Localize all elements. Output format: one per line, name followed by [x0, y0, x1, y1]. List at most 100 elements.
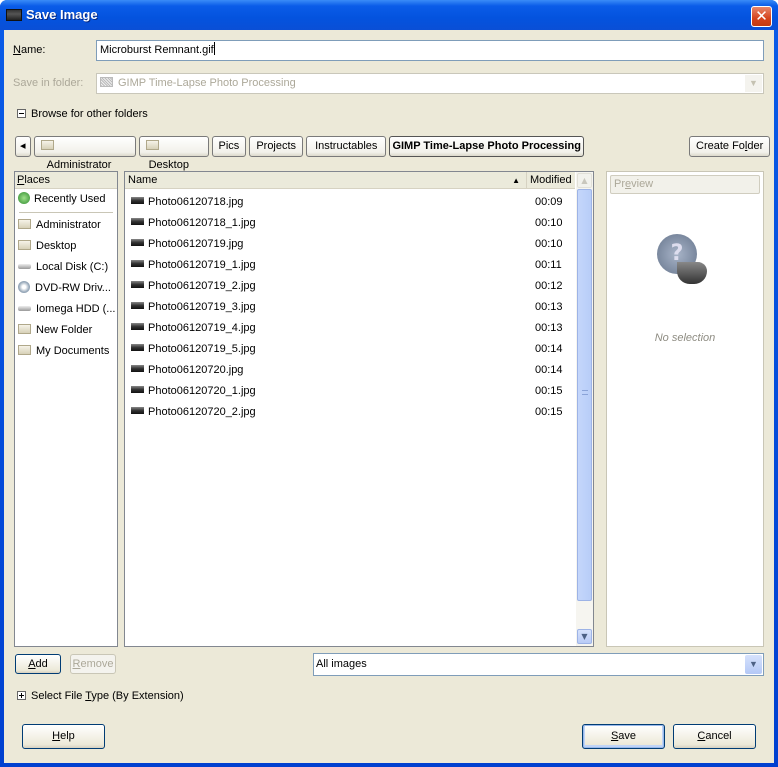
- file-rows: Photo06120718.jpg 00:09 Photo06120718_1.jp…: [125, 192, 575, 423]
- place-item-dvd-rw[interactable]: DVD-RW Driv...: [15, 278, 117, 299]
- collapse-icon: [17, 109, 26, 118]
- place-item-my-documents[interactable]: My Documents: [15, 341, 117, 362]
- folder-icon: [18, 345, 31, 355]
- create-folder-button[interactable]: Create Folder: [689, 136, 771, 157]
- path-crumb-desktop[interactable]: Desktop: [138, 136, 209, 171]
- file-row[interactable]: Photo06120718_1.jpg 00:10: [125, 213, 575, 234]
- file-name-cell: Photo06120720_1.jpg: [125, 385, 256, 397]
- help-button[interactable]: Help: [22, 724, 105, 749]
- crumb-label: Desktop: [148, 159, 189, 171]
- file-row[interactable]: Photo06120719_3.jpg 00:13: [125, 297, 575, 318]
- file-name: Photo06120719_1.jpg: [148, 259, 256, 271]
- folder-icon: [145, 140, 159, 150]
- save-image-dialog: Save Image ✕ Name: Microburst Remnant.gi…: [0, 0, 778, 767]
- file-row[interactable]: Photo06120718.jpg 00:09: [125, 192, 575, 213]
- place-item-iomega-hdd[interactable]: Iomega HDD (...: [15, 299, 117, 320]
- places-header[interactable]: Places: [15, 172, 117, 189]
- file-row[interactable]: Photo06120719_1.jpg 00:11: [125, 255, 575, 276]
- path-crumb-administrator[interactable]: Administrator: [33, 136, 136, 171]
- file-list-scrollbar[interactable]: ▲ ▼: [576, 172, 593, 646]
- place-label: My Documents: [36, 345, 110, 357]
- places-separator: [19, 212, 113, 213]
- file-modified: 00:11: [535, 259, 562, 271]
- cancel-button[interactable]: Cancel: [673, 724, 756, 749]
- file-row[interactable]: Photo06120720.jpg 00:14: [125, 360, 575, 381]
- column-header-name[interactable]: Name ▲: [125, 172, 527, 189]
- scroll-down-button[interactable]: ▼: [577, 629, 592, 644]
- file-name-cell: Photo06120719_4.jpg: [125, 322, 256, 334]
- place-item-recently-used[interactable]: Recently Used: [15, 189, 117, 210]
- file-row[interactable]: Photo06120720_1.jpg 00:15: [125, 381, 575, 402]
- path-back-button[interactable]: ◂: [15, 136, 31, 157]
- file-name: Photo06120719.jpg: [148, 238, 244, 250]
- image-thumbnail-icon: [131, 218, 144, 225]
- file-row[interactable]: Photo06120719_2.jpg 00:12: [125, 276, 575, 297]
- place-item-administrator[interactable]: Administrator: [15, 215, 117, 236]
- image-thumbnail-icon: [131, 407, 144, 414]
- place-label: New Folder: [36, 324, 93, 336]
- folder-icon: [100, 77, 113, 87]
- file-name: Photo06120719_4.jpg: [148, 322, 256, 334]
- file-row[interactable]: Photo06120719_5.jpg 00:14: [125, 339, 575, 360]
- expand-icon: [17, 691, 26, 700]
- preview-panel: Preview ? No selection: [606, 171, 764, 647]
- name-input[interactable]: Microburst Remnant.gif: [96, 40, 764, 61]
- scroll-up-button[interactable]: ▲: [577, 173, 592, 188]
- remove-place-button: Remove: [70, 654, 116, 674]
- name-label: Name:: [13, 44, 46, 56]
- place-label: DVD-RW Driv...: [35, 282, 111, 294]
- file-name: Photo06120719_2.jpg: [148, 280, 256, 292]
- file-name: Photo06120718.jpg: [148, 196, 244, 208]
- file-filter-combo[interactable]: All images ▼: [313, 653, 764, 676]
- browse-other-folders-expander[interactable]: Browse for other folders: [17, 108, 148, 120]
- title-bar[interactable]: Save Image ✕: [0, 0, 778, 30]
- image-thumbnail-icon: [131, 323, 144, 330]
- file-modified: 00:10: [535, 238, 563, 250]
- file-row[interactable]: Photo06120720_2.jpg 00:15: [125, 402, 575, 423]
- add-place-button[interactable]: Add: [15, 654, 61, 674]
- save-button[interactable]: Save: [582, 724, 665, 749]
- folder-icon: [18, 324, 31, 334]
- path-crumb-instructables[interactable]: Instructables: [306, 136, 387, 157]
- gimp-wilber-icon: [677, 262, 707, 284]
- file-filter-value: All images: [316, 658, 367, 670]
- close-button[interactable]: ✕: [751, 6, 772, 27]
- no-selection-text: No selection: [654, 332, 716, 344]
- dvd-icon: [18, 281, 30, 293]
- file-row[interactable]: Photo06120719.jpg 00:10: [125, 234, 575, 255]
- file-row[interactable]: Photo06120719_4.jpg 00:13: [125, 318, 575, 339]
- file-modified: 00:09: [535, 196, 563, 208]
- place-item-desktop[interactable]: Desktop: [15, 236, 117, 257]
- file-name-cell: Photo06120719_1.jpg: [125, 259, 256, 271]
- drive-icon: [18, 264, 31, 269]
- file-name: Photo06120720_2.jpg: [148, 406, 256, 418]
- image-thumbnail-icon: [131, 386, 144, 393]
- place-item-new-folder[interactable]: New Folder: [15, 320, 117, 341]
- image-thumbnail-icon: [131, 281, 144, 288]
- select-file-type-expander[interactable]: Select File Type (By Extension): [17, 690, 184, 702]
- file-name-cell: Photo06120719_2.jpg: [125, 280, 256, 292]
- path-crumb-gimp-time-lapse[interactable]: GIMP Time-Lapse Photo Processing: [389, 136, 584, 157]
- folder-icon: [18, 219, 31, 229]
- scroll-thumb[interactable]: [577, 189, 592, 601]
- file-modified: 00:14: [535, 343, 563, 355]
- place-label: Local Disk (C:): [36, 261, 109, 273]
- image-thumbnail-icon: [131, 260, 144, 267]
- column-header-modified[interactable]: Modified: [527, 172, 575, 189]
- sort-ascending-icon: ▲: [512, 176, 520, 185]
- grip-icon: [582, 390, 588, 395]
- file-modified: 00:13: [535, 322, 563, 334]
- place-item-local-disk[interactable]: Local Disk (C:): [15, 257, 117, 278]
- chevron-down-icon[interactable]: ▼: [745, 655, 762, 674]
- column-name-label: Name: [128, 174, 158, 186]
- preview-header: Preview: [610, 175, 760, 194]
- gimp-image-icon: [6, 9, 22, 21]
- file-modified: 00:12: [535, 280, 563, 292]
- path-crumb-pics[interactable]: Pics: [211, 136, 247, 157]
- image-thumbnail-icon: [131, 365, 144, 372]
- file-name-cell: Photo06120719_5.jpg: [125, 343, 256, 355]
- window-title: Save Image: [26, 7, 98, 22]
- path-crumb-projects[interactable]: Projects: [249, 136, 304, 157]
- image-thumbnail-icon: [131, 239, 144, 246]
- places-panel: Places Recently Used Administrator Deskt…: [14, 171, 118, 647]
